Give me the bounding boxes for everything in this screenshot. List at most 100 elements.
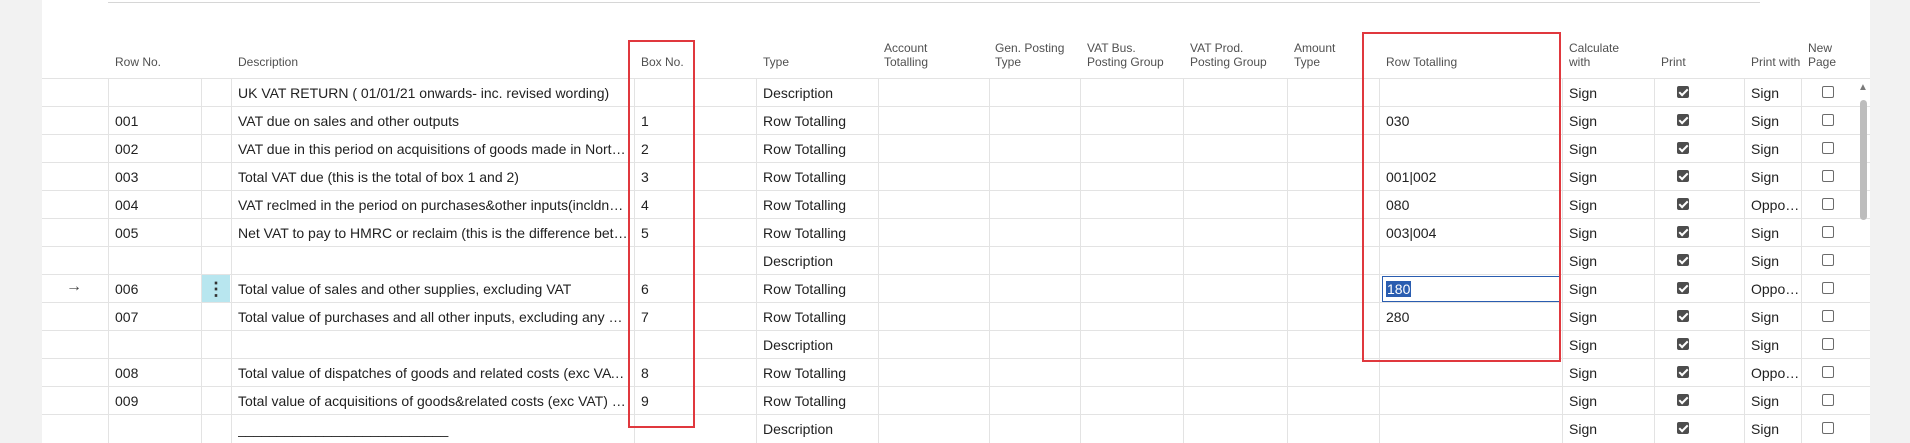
- print-checkbox[interactable]: [1677, 142, 1689, 154]
- cell-description[interactable]: UK VAT RETURN ( 01/01/21 onwards- inc. r…: [238, 79, 628, 107]
- new-page-checkbox[interactable]: [1822, 114, 1834, 126]
- new-page-checkbox[interactable]: [1822, 226, 1834, 238]
- cell-row-no[interactable]: 001: [115, 107, 195, 135]
- table-row[interactable]: 002 VAT due in this period on acquisition…: [42, 134, 1870, 163]
- cell-print-with[interactable]: Sign: [1751, 135, 1801, 163]
- table-row[interactable]: 005 Net VAT to pay to HMRC or reclaim (th…: [42, 218, 1870, 247]
- cell-row-no[interactable]: [115, 331, 195, 359]
- cell-description[interactable]: VAT due on sales and other outputs: [238, 107, 628, 135]
- cell-description[interactable]: [238, 331, 628, 359]
- cell-row-totalling[interactable]: [1386, 359, 1556, 387]
- print-checkbox[interactable]: [1677, 310, 1689, 322]
- cell-description[interactable]: Total value of acquisitions of goods&rel…: [238, 387, 628, 415]
- new-page-checkbox[interactable]: [1822, 170, 1834, 182]
- col-header-row-no[interactable]: Row No.: [115, 55, 161, 69]
- cell-type[interactable]: Row Totalling: [763, 387, 873, 415]
- cell-print-with[interactable]: Sign: [1751, 303, 1801, 331]
- cell-calculate-with[interactable]: Sign: [1569, 415, 1649, 443]
- cell-type[interactable]: Description: [763, 415, 873, 443]
- table-row[interactable]: ___________________________ Description Si…: [42, 414, 1870, 443]
- table-row[interactable]: 004 VAT reclmed in the period on purchase…: [42, 190, 1870, 219]
- cell-row-no[interactable]: 008: [115, 359, 195, 387]
- cell-print-with[interactable]: Opposite Sign: [1751, 191, 1801, 219]
- table-row[interactable]: 007 Total value of purchases and all othe…: [42, 302, 1870, 331]
- col-header-calculate-with[interactable]: Calculate with: [1569, 41, 1619, 69]
- cell-type[interactable]: Row Totalling: [763, 359, 873, 387]
- print-checkbox[interactable]: [1677, 170, 1689, 182]
- cell-type[interactable]: Description: [763, 331, 873, 359]
- cell-description[interactable]: [238, 247, 628, 275]
- print-checkbox[interactable]: [1677, 394, 1689, 406]
- cell-row-no[interactable]: [115, 415, 195, 443]
- cell-type[interactable]: Row Totalling: [763, 275, 873, 303]
- cell-row-no[interactable]: 003: [115, 163, 195, 191]
- col-header-new-page[interactable]: New Page: [1808, 41, 1836, 69]
- scrollbar-thumb[interactable]: [1860, 100, 1867, 220]
- cell-description[interactable]: VAT reclmed in the period on purchases&o…: [238, 191, 628, 219]
- cell-type[interactable]: Description: [763, 79, 873, 107]
- cell-type[interactable]: Row Totalling: [763, 191, 873, 219]
- col-header-description[interactable]: Description: [238, 55, 298, 69]
- more-vertical-icon[interactable]: ⋮: [202, 275, 230, 303]
- table-row[interactable]: 006 Total value of sales and other suppli…: [42, 274, 1870, 303]
- cell-print-with[interactable]: Sign: [1751, 331, 1801, 359]
- new-page-checkbox[interactable]: [1822, 366, 1834, 378]
- cell-print-with[interactable]: Opposite Sign: [1751, 359, 1801, 387]
- cell-print-with[interactable]: Sign: [1751, 219, 1801, 247]
- col-header-gen-posting-type[interactable]: Gen. Posting Type: [995, 41, 1064, 69]
- new-page-checkbox[interactable]: [1822, 142, 1834, 154]
- cell-description[interactable]: VAT due in this period on acquisitions o…: [238, 135, 628, 163]
- cell-calculate-with[interactable]: Sign: [1569, 135, 1649, 163]
- table-row[interactable]: 003 Total VAT due (this is the total of b…: [42, 162, 1870, 191]
- cell-print-with[interactable]: Opposite Sign: [1751, 275, 1801, 303]
- new-page-checkbox[interactable]: [1822, 338, 1834, 350]
- print-checkbox[interactable]: [1677, 198, 1689, 210]
- cell-row-no[interactable]: [115, 79, 195, 107]
- print-checkbox[interactable]: [1677, 282, 1689, 294]
- col-header-amount-type[interactable]: Amount Type: [1294, 41, 1335, 69]
- cell-calculate-with[interactable]: Sign: [1569, 387, 1649, 415]
- cell-type[interactable]: Row Totalling: [763, 219, 873, 247]
- cell-print-with[interactable]: Sign: [1751, 79, 1801, 107]
- new-page-checkbox[interactable]: [1822, 254, 1834, 266]
- cell-row-no[interactable]: 009: [115, 387, 195, 415]
- triangle-up-icon[interactable]: ▲: [1858, 82, 1868, 93]
- cell-row-totalling[interactable]: [1386, 415, 1556, 443]
- cell-calculate-with[interactable]: Sign: [1569, 191, 1649, 219]
- new-page-checkbox[interactable]: [1822, 86, 1834, 98]
- cell-print-with[interactable]: Sign: [1751, 247, 1801, 275]
- cell-row-no[interactable]: 004: [115, 191, 195, 219]
- cell-calculate-with[interactable]: Sign: [1569, 219, 1649, 247]
- new-page-checkbox[interactable]: [1822, 394, 1834, 406]
- cell-print-with[interactable]: Sign: [1751, 107, 1801, 135]
- print-checkbox[interactable]: [1677, 254, 1689, 266]
- new-page-checkbox[interactable]: [1822, 198, 1834, 210]
- cell-print-with[interactable]: Sign: [1751, 163, 1801, 191]
- col-header-type[interactable]: Type: [763, 55, 789, 69]
- col-header-account-totalling[interactable]: Account Totalling: [884, 41, 928, 69]
- new-page-checkbox[interactable]: [1822, 310, 1834, 322]
- cell-description[interactable]: Total value of purchases and all other i…: [238, 303, 628, 331]
- print-checkbox[interactable]: [1677, 226, 1689, 238]
- cell-type[interactable]: Row Totalling: [763, 303, 873, 331]
- table-row[interactable]: 008 Total value of dispatches of goods an…: [42, 358, 1870, 387]
- table-row[interactable]: 001 VAT due on sales and other outputs 1 Ro…: [42, 106, 1870, 135]
- table-row[interactable]: UK VAT RETURN ( 01/01/21 onwards- inc. r…: [42, 78, 1870, 107]
- print-checkbox[interactable]: [1677, 114, 1689, 126]
- cell-row-no[interactable]: 005: [115, 219, 195, 247]
- cell-calculate-with[interactable]: Sign: [1569, 275, 1649, 303]
- cell-row-no[interactable]: [115, 247, 195, 275]
- new-page-checkbox[interactable]: [1822, 422, 1834, 434]
- print-checkbox[interactable]: [1677, 422, 1689, 434]
- cell-print-with[interactable]: Sign: [1751, 387, 1801, 415]
- table-row[interactable]: 009 Total value of acquisitions of goods&…: [42, 386, 1870, 415]
- print-checkbox[interactable]: [1677, 338, 1689, 350]
- table-row[interactable]: Description Sign Sign: [42, 246, 1870, 275]
- cell-calculate-with[interactable]: Sign: [1569, 359, 1649, 387]
- cell-type[interactable]: Row Totalling: [763, 163, 873, 191]
- cell-type[interactable]: Description: [763, 247, 873, 275]
- cell-type[interactable]: Row Totalling: [763, 135, 873, 163]
- col-header-vat-bus-posting-group[interactable]: VAT Bus. Posting Group: [1087, 41, 1164, 69]
- col-header-vat-prod-posting-group[interactable]: VAT Prod. Posting Group: [1190, 41, 1267, 69]
- cell-calculate-with[interactable]: Sign: [1569, 107, 1649, 135]
